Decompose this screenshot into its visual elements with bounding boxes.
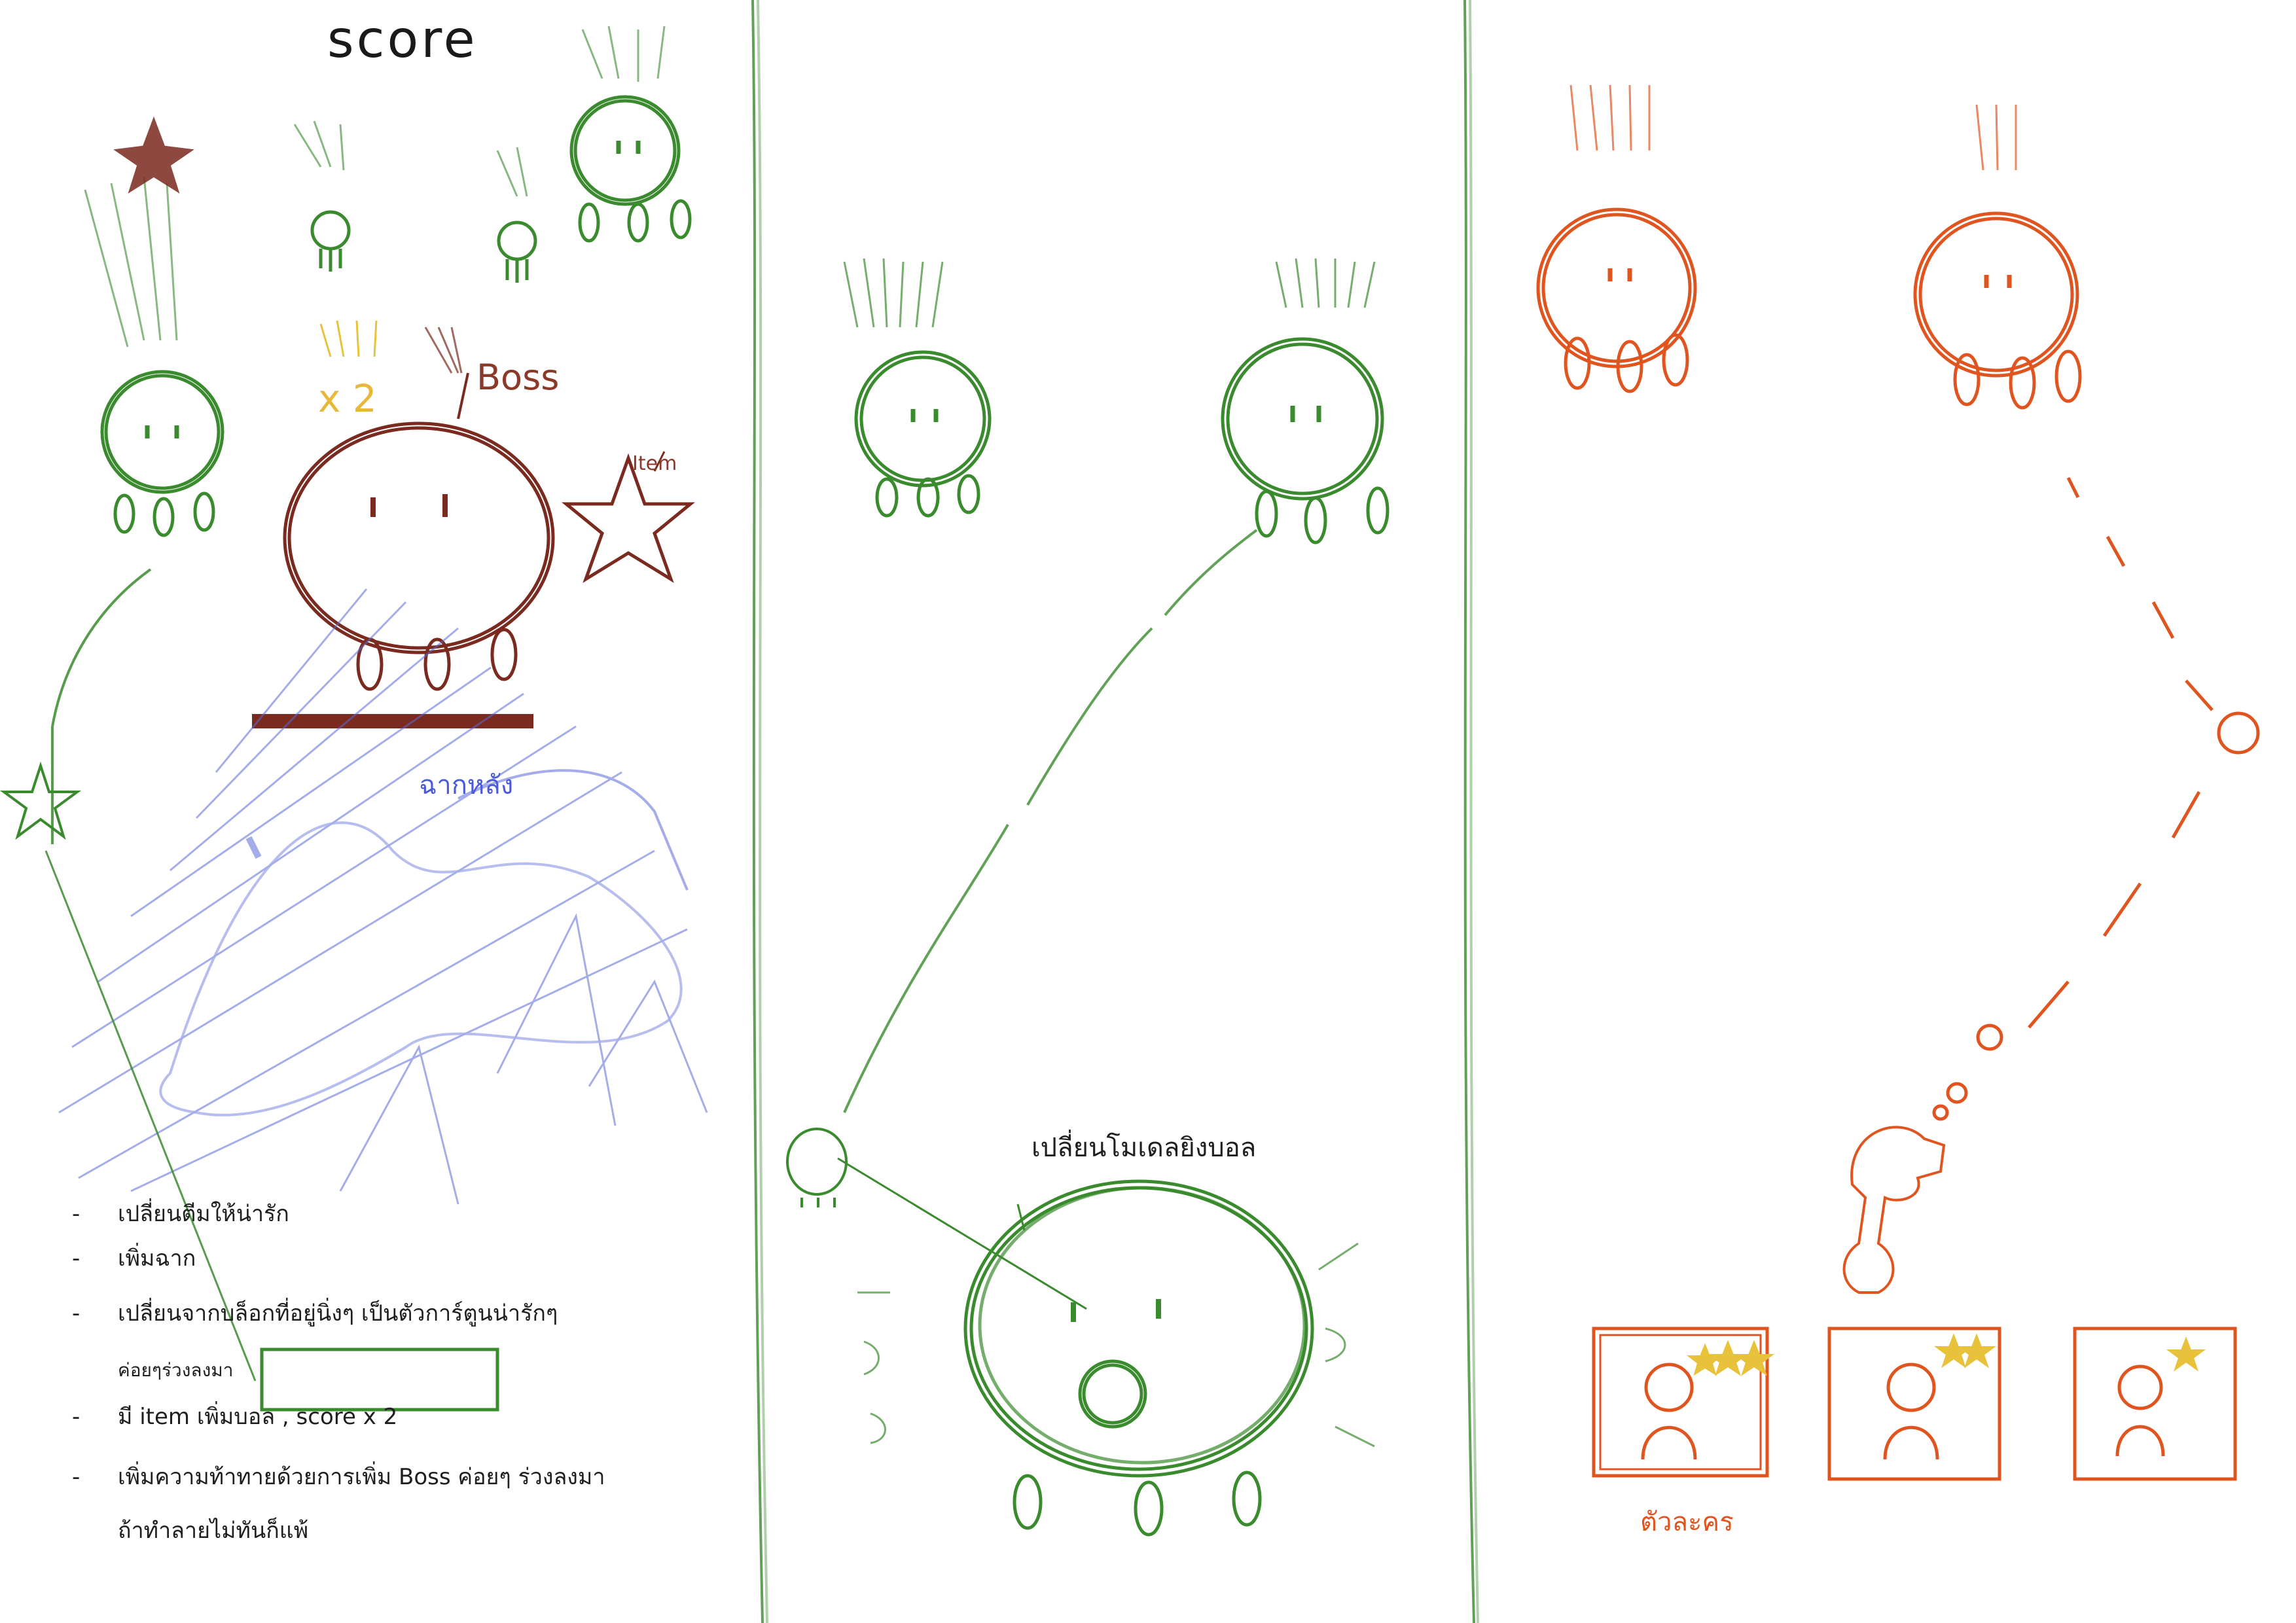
sketch-canvas	[0, 0, 2260, 1623]
star-icon	[1957, 1333, 1996, 1368]
note-item: เพิ่มความท้าทายด้วยการเพิ่ม Boss ค่อยๆ ร…	[118, 1464, 605, 1490]
character-card[interactable]	[1827, 1327, 2001, 1481]
note-highlight-box	[260, 1347, 499, 1412]
shot-trajectory-middle	[843, 529, 1258, 1113]
background-scribble	[58, 588, 708, 1205]
green-character	[854, 350, 992, 518]
item-label: Item	[632, 452, 677, 475]
note-item: เปลี่ยนตีมให้น่ารัก	[118, 1201, 289, 1227]
note-dash: -	[72, 1464, 81, 1490]
star-icon	[2166, 1336, 2206, 1372]
note-dash: -	[72, 1404, 81, 1430]
motion-lines	[857, 1242, 1375, 1448]
characters-label: ตัวละคร	[1640, 1507, 1734, 1537]
green-star-icon	[0, 761, 82, 840]
note-item: ถ้าทำลายไม่ทันก็แพ้	[118, 1518, 309, 1544]
falling-streaks-middle	[843, 258, 1376, 328]
boss-star-icon	[113, 116, 194, 194]
multiplier-label: x 2	[318, 376, 377, 421]
character-card[interactable]	[1592, 1327, 1774, 1478]
panel-dividers	[751, 0, 1479, 1623]
note-item: เปลี่ยนจากบล็อกที่อยู่นิ่งๆ เป็นตัวการ์ต…	[118, 1300, 558, 1327]
note-dash: -	[72, 1245, 81, 1272]
cannon-character	[1842, 1126, 1946, 1294]
background-label: ฉากหลัง	[419, 770, 514, 800]
green-character	[569, 95, 692, 243]
character-card[interactable]	[2073, 1327, 2237, 1481]
small-green-character	[310, 210, 351, 272]
note-dash: -	[72, 1300, 81, 1327]
small-green-character	[497, 221, 537, 283]
multiplier-streaks	[319, 320, 378, 357]
shooter-character	[963, 1179, 1314, 1537]
note-item: ค่อยๆร่วงลงมา	[118, 1359, 234, 1381]
note-item: เพิ่มฉาก	[118, 1245, 196, 1272]
note-dash: -	[72, 1201, 81, 1227]
model-change-label: เปลี่ยนโมเดลยิงบอล	[1031, 1133, 1257, 1163]
orange-character	[1536, 207, 1697, 393]
score-title: score	[327, 10, 478, 69]
boss-label: Boss	[476, 357, 560, 398]
note-item: มี item เพิ่มบอล , score x 2	[118, 1404, 398, 1430]
green-character	[1221, 337, 1390, 544]
orange-character	[1913, 211, 2082, 410]
shot-trajectory-right	[1932, 476, 2260, 1121]
green-character	[100, 370, 224, 537]
falling-streaks-right	[1570, 84, 2017, 171]
star-icon	[1687, 1343, 1723, 1376]
